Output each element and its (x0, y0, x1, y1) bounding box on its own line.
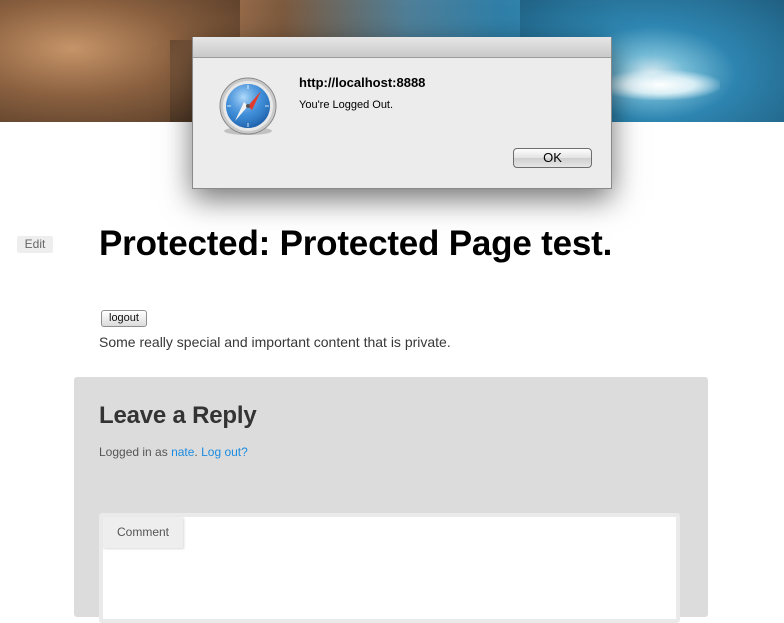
safari-compass-icon (218, 73, 278, 137)
logout-button[interactable]: logout (101, 310, 147, 327)
username-link[interactable]: nate (171, 445, 194, 459)
post-content: Some really special and important conten… (99, 334, 451, 350)
comment-textarea[interactable]: Comment (99, 513, 680, 623)
alert-title: http://localhost:8888 (299, 75, 426, 90)
comment-respond-section: Leave a Reply Logged in as nate. Log out… (74, 377, 708, 623)
alert-message: You're Logged Out. (299, 99, 394, 111)
alert-dialog: http://localhost:8888 You're Logged Out.… (192, 37, 612, 189)
page-title: Protected: Protected Page test. (99, 224, 613, 263)
alert-titlebar (193, 37, 611, 58)
reply-title: Leave a Reply (99, 402, 257, 429)
logged-in-prefix: Logged in as (99, 445, 172, 459)
logged-in-as: Logged in as nate. Log out? (99, 445, 248, 459)
edit-link[interactable]: Edit (17, 236, 53, 253)
header-foam (600, 70, 720, 100)
ok-button[interactable]: OK (513, 148, 592, 168)
log-out-link[interactable]: Log out? (201, 445, 248, 459)
comment-label: Comment (103, 517, 183, 548)
